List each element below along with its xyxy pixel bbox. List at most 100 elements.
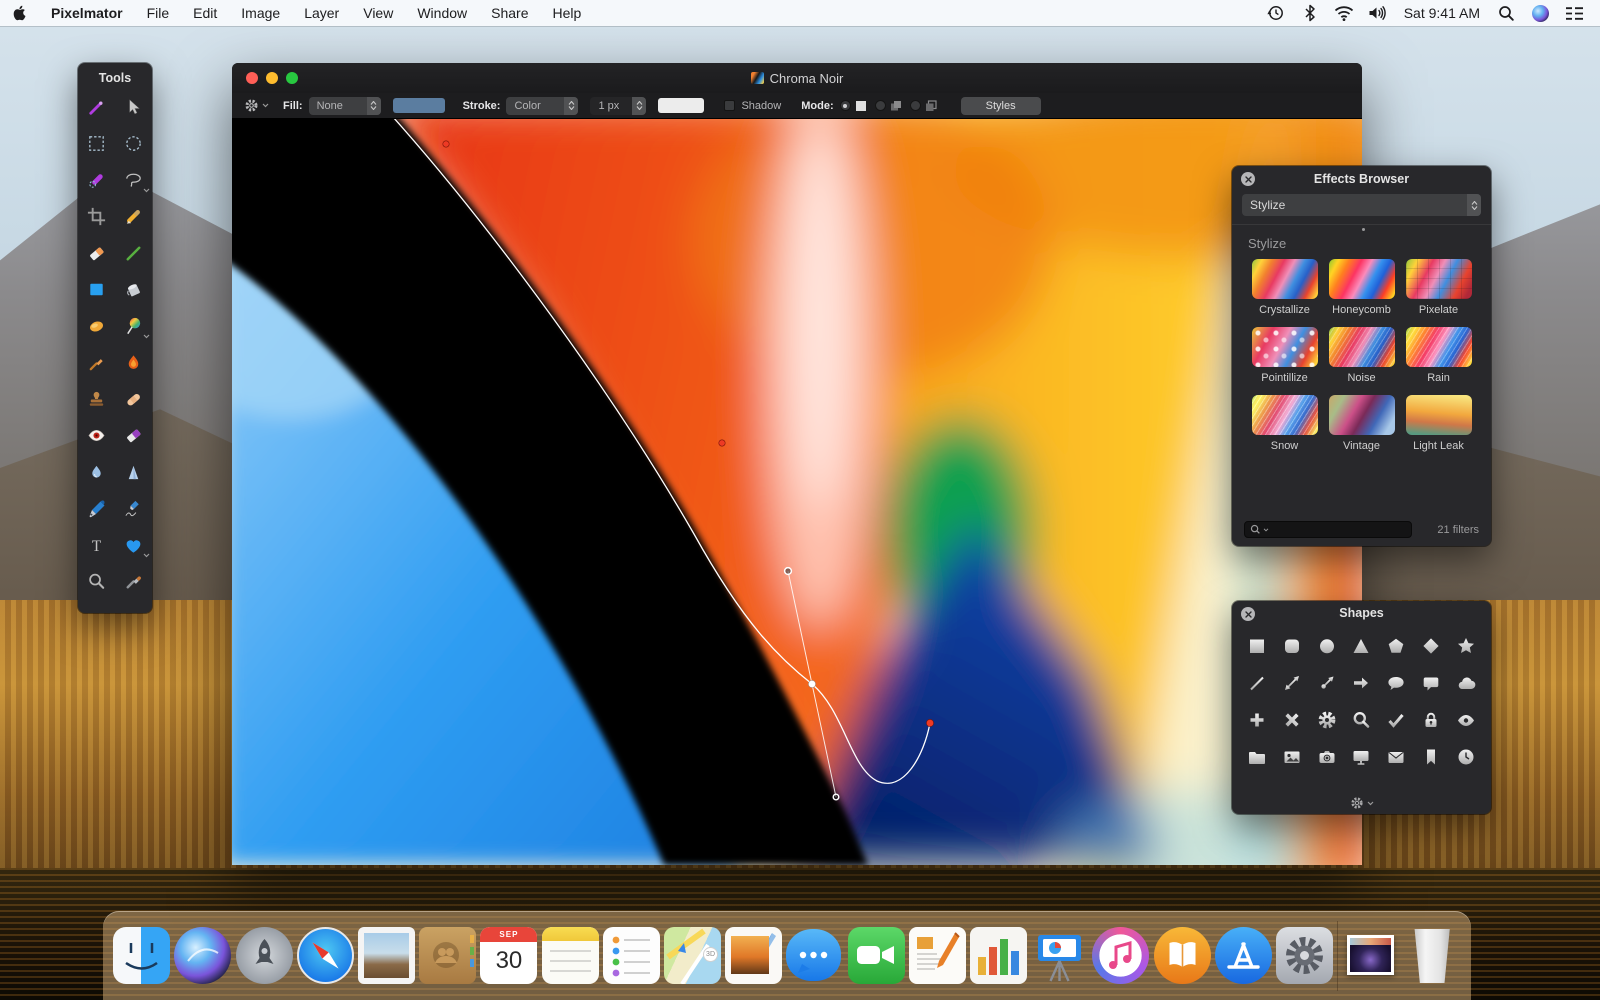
shape-lock-button[interactable] [1414,701,1449,738]
shadow-checkbox[interactable] [724,100,736,111]
tool-settings-button[interactable] [244,98,269,113]
dock-siri[interactable] [174,927,232,984]
title-bar[interactable]: Chroma Noir [232,63,1362,93]
stroke-color-swatch[interactable] [658,98,705,113]
effects-search-field[interactable] [1244,521,1412,538]
styles-button[interactable]: Styles [960,96,1041,115]
tool-burn-button[interactable] [115,345,152,382]
effect-noise[interactable]: Noise [1323,327,1400,384]
shape-envelope-button[interactable] [1379,738,1414,775]
shape-speech-bubble-round-button[interactable] [1379,664,1414,701]
shape-circle-button[interactable] [1309,627,1344,664]
menu-share[interactable]: Share [479,0,540,26]
dock-appstore[interactable] [1214,927,1272,984]
tool-lasso-button[interactable] [115,162,152,199]
menu-window[interactable]: Window [405,0,479,26]
tool-line-button[interactable] [115,235,152,272]
dock-notes[interactable] [541,927,599,984]
mode-union-radio[interactable] [874,100,886,111]
spotlight-icon[interactable] [1494,2,1518,24]
shape-x-button[interactable] [1275,701,1310,738]
effect-light-leak[interactable]: Light Leak [1400,395,1477,452]
shape-bookmark-button[interactable] [1414,738,1449,775]
effect-crystallize[interactable]: Crystallize [1246,259,1323,316]
bluetooth-icon[interactable] [1298,2,1322,24]
dock-numbers[interactable] [970,927,1028,984]
dock-pages[interactable] [908,927,966,984]
tool-blur-button[interactable] [78,454,115,491]
stroke-width-field[interactable]: 1 px [590,96,647,115]
shape-speech-bubble-square-button[interactable] [1414,664,1449,701]
tool-gradient-button[interactable] [115,308,152,345]
tool-rect-select-button[interactable] [78,126,115,163]
tool-erase-object-button[interactable] [115,418,152,455]
dock-mail[interactable] [358,927,416,984]
dock-facetime[interactable] [847,927,905,984]
effect-pointillize[interactable]: Pointillize [1246,327,1323,384]
menu-app-name[interactable]: Pixelmator [39,0,135,26]
shape-double-arrow-button[interactable] [1275,664,1310,701]
shapes-close-button[interactable] [1241,607,1255,621]
dock-ibooks[interactable] [1153,927,1211,984]
menu-clock[interactable]: Sat 9:41 AM [1400,0,1484,26]
dock-calendar[interactable]: SEP 30 [480,927,538,984]
effect-honeycomb[interactable]: Honeycomb [1323,259,1400,316]
tool-freeform-pen-button[interactable] [115,491,152,528]
menu-edit[interactable]: Edit [181,0,229,26]
menu-file[interactable]: File [135,0,182,26]
volume-icon[interactable] [1366,2,1390,24]
effect-rain[interactable]: Rain [1400,327,1477,384]
shape-triangle-button[interactable] [1344,627,1379,664]
dock-finder[interactable] [113,927,171,984]
dock-messages[interactable] [786,927,843,984]
shape-camera-button[interactable] [1309,738,1344,775]
shape-arrow-right-button[interactable] [1344,664,1379,701]
shape-square-button[interactable] [1240,627,1275,664]
effect-snow[interactable]: Snow [1246,395,1323,452]
shape-line-button[interactable] [1240,664,1275,701]
tool-shape-button[interactable] [78,272,115,309]
mode-solid-radio[interactable] [839,100,851,111]
tool-clone-stamp-button[interactable] [78,381,115,418]
shapes-settings-button[interactable] [1232,796,1491,810]
canvas[interactable] [232,119,1362,865]
dock-reminders[interactable] [602,927,660,984]
tool-healing-button[interactable] [115,381,152,418]
time-machine-icon[interactable] [1264,2,1288,24]
wifi-icon[interactable] [1332,2,1356,24]
shape-picture-button[interactable] [1275,738,1310,775]
menu-view[interactable]: View [351,0,405,26]
fill-dropdown[interactable]: None [308,96,381,115]
tool-zoom-button[interactable] [78,564,115,601]
menu-image[interactable]: Image [229,0,292,26]
tool-custom-shape-button[interactable] [115,527,152,564]
tool-dodge-button[interactable] [78,308,115,345]
shape-monitor-button[interactable] [1344,738,1379,775]
dock-safari[interactable] [296,927,354,984]
dock-keynote[interactable] [1031,927,1088,984]
tool-arrow-button[interactable] [115,89,152,126]
shape-eye-button[interactable] [1448,701,1483,738]
shape-cloud-button[interactable] [1448,664,1483,701]
tool-pen-button[interactable] [78,491,115,528]
shape-arrow-endpoint-button[interactable] [1309,664,1344,701]
dock-trash[interactable] [1404,927,1461,984]
tool-paint-select-button[interactable] [78,162,115,199]
shape-magnifier-button[interactable] [1344,701,1379,738]
shape-rounded-square-button[interactable] [1275,627,1310,664]
effects-close-button[interactable] [1241,172,1255,186]
shape-plus-button[interactable] [1240,701,1275,738]
mode-subtract-radio[interactable] [909,100,921,111]
tool-pencil-button[interactable] [115,199,152,236]
tool-crop-button[interactable] [78,199,115,236]
fill-color-swatch[interactable] [392,98,445,113]
shape-clock-button[interactable] [1448,738,1483,775]
tool-sharpen-button[interactable] [115,454,152,491]
dock-photos[interactable] [725,927,783,984]
stroke-dropdown[interactable]: Color [506,96,579,115]
dock-launchpad[interactable] [235,927,293,984]
dock-itunes[interactable] [1092,927,1150,984]
siri-icon[interactable] [1528,2,1552,24]
effects-category-dropdown[interactable]: Stylize [1242,194,1481,216]
menu-help[interactable]: Help [540,0,593,26]
